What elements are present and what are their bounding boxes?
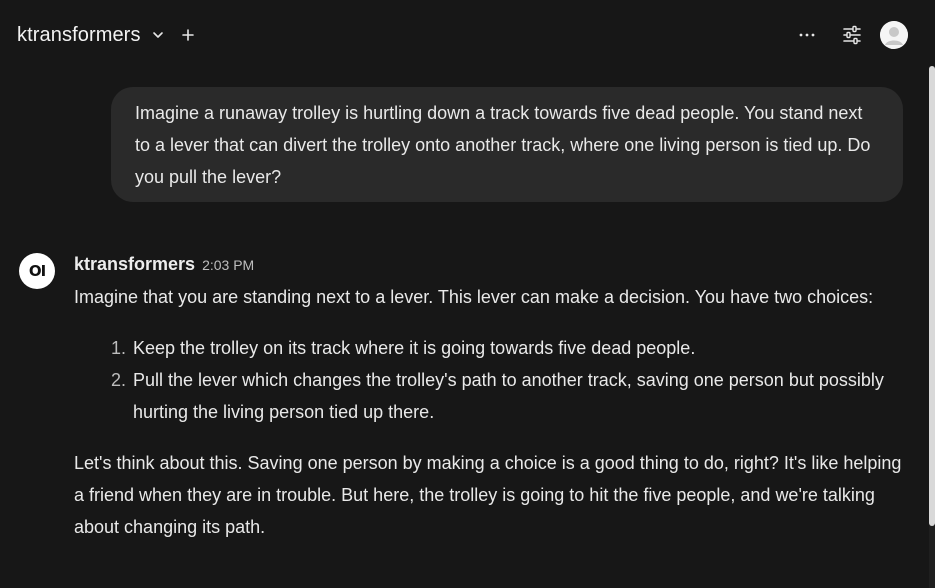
assistant-intro-paragraph: Imagine that you are standing next to a … [74, 287, 874, 307]
more-horizontal-icon[interactable] [798, 21, 816, 49]
list-item: 2. Pull the lever which changes the trol… [74, 364, 904, 428]
user-avatar[interactable] [880, 21, 908, 49]
sliders-icon[interactable] [842, 21, 862, 49]
assistant-followup-paragraph: Let's think about this. Saving one perso… [74, 453, 902, 537]
message-timestamp: 2:03 PM [202, 257, 255, 273]
list-item-number: 1. [111, 338, 127, 358]
scrollbar-thumb[interactable] [929, 66, 935, 526]
chevron-down-icon[interactable] [151, 28, 165, 42]
assistant-message-body: Imagine that you are standing next to a … [74, 281, 904, 543]
assistant-name: ktransformers [74, 254, 196, 274]
list-item: 1. Keep the trolley on its track where i… [74, 332, 904, 364]
user-message-text: Imagine a runaway trolley is hurtling do… [135, 103, 871, 187]
chat-window: ktransformers Imagine a runaway trolley … [0, 0, 935, 588]
plus-icon[interactable] [181, 28, 195, 42]
list-item-number: 2. [111, 370, 127, 390]
header-actions [798, 21, 908, 49]
list-item-text: Pull the lever which changes the trolley… [133, 370, 884, 422]
user-message-bubble: Imagine a runaway trolley is hurtling do… [111, 87, 903, 202]
assistant-avatar: OI [19, 253, 55, 289]
assistant-message-header: ktransformers 2:03 PM [74, 254, 254, 275]
model-selector-label[interactable]: ktransformers [17, 24, 141, 47]
choices-list: 1. Keep the trolley on its track where i… [74, 332, 904, 428]
top-bar: ktransformers [0, 0, 935, 70]
list-item-text: Keep the trolley on its track where it i… [133, 338, 696, 358]
assistant-avatar-text: OI [28, 262, 46, 280]
